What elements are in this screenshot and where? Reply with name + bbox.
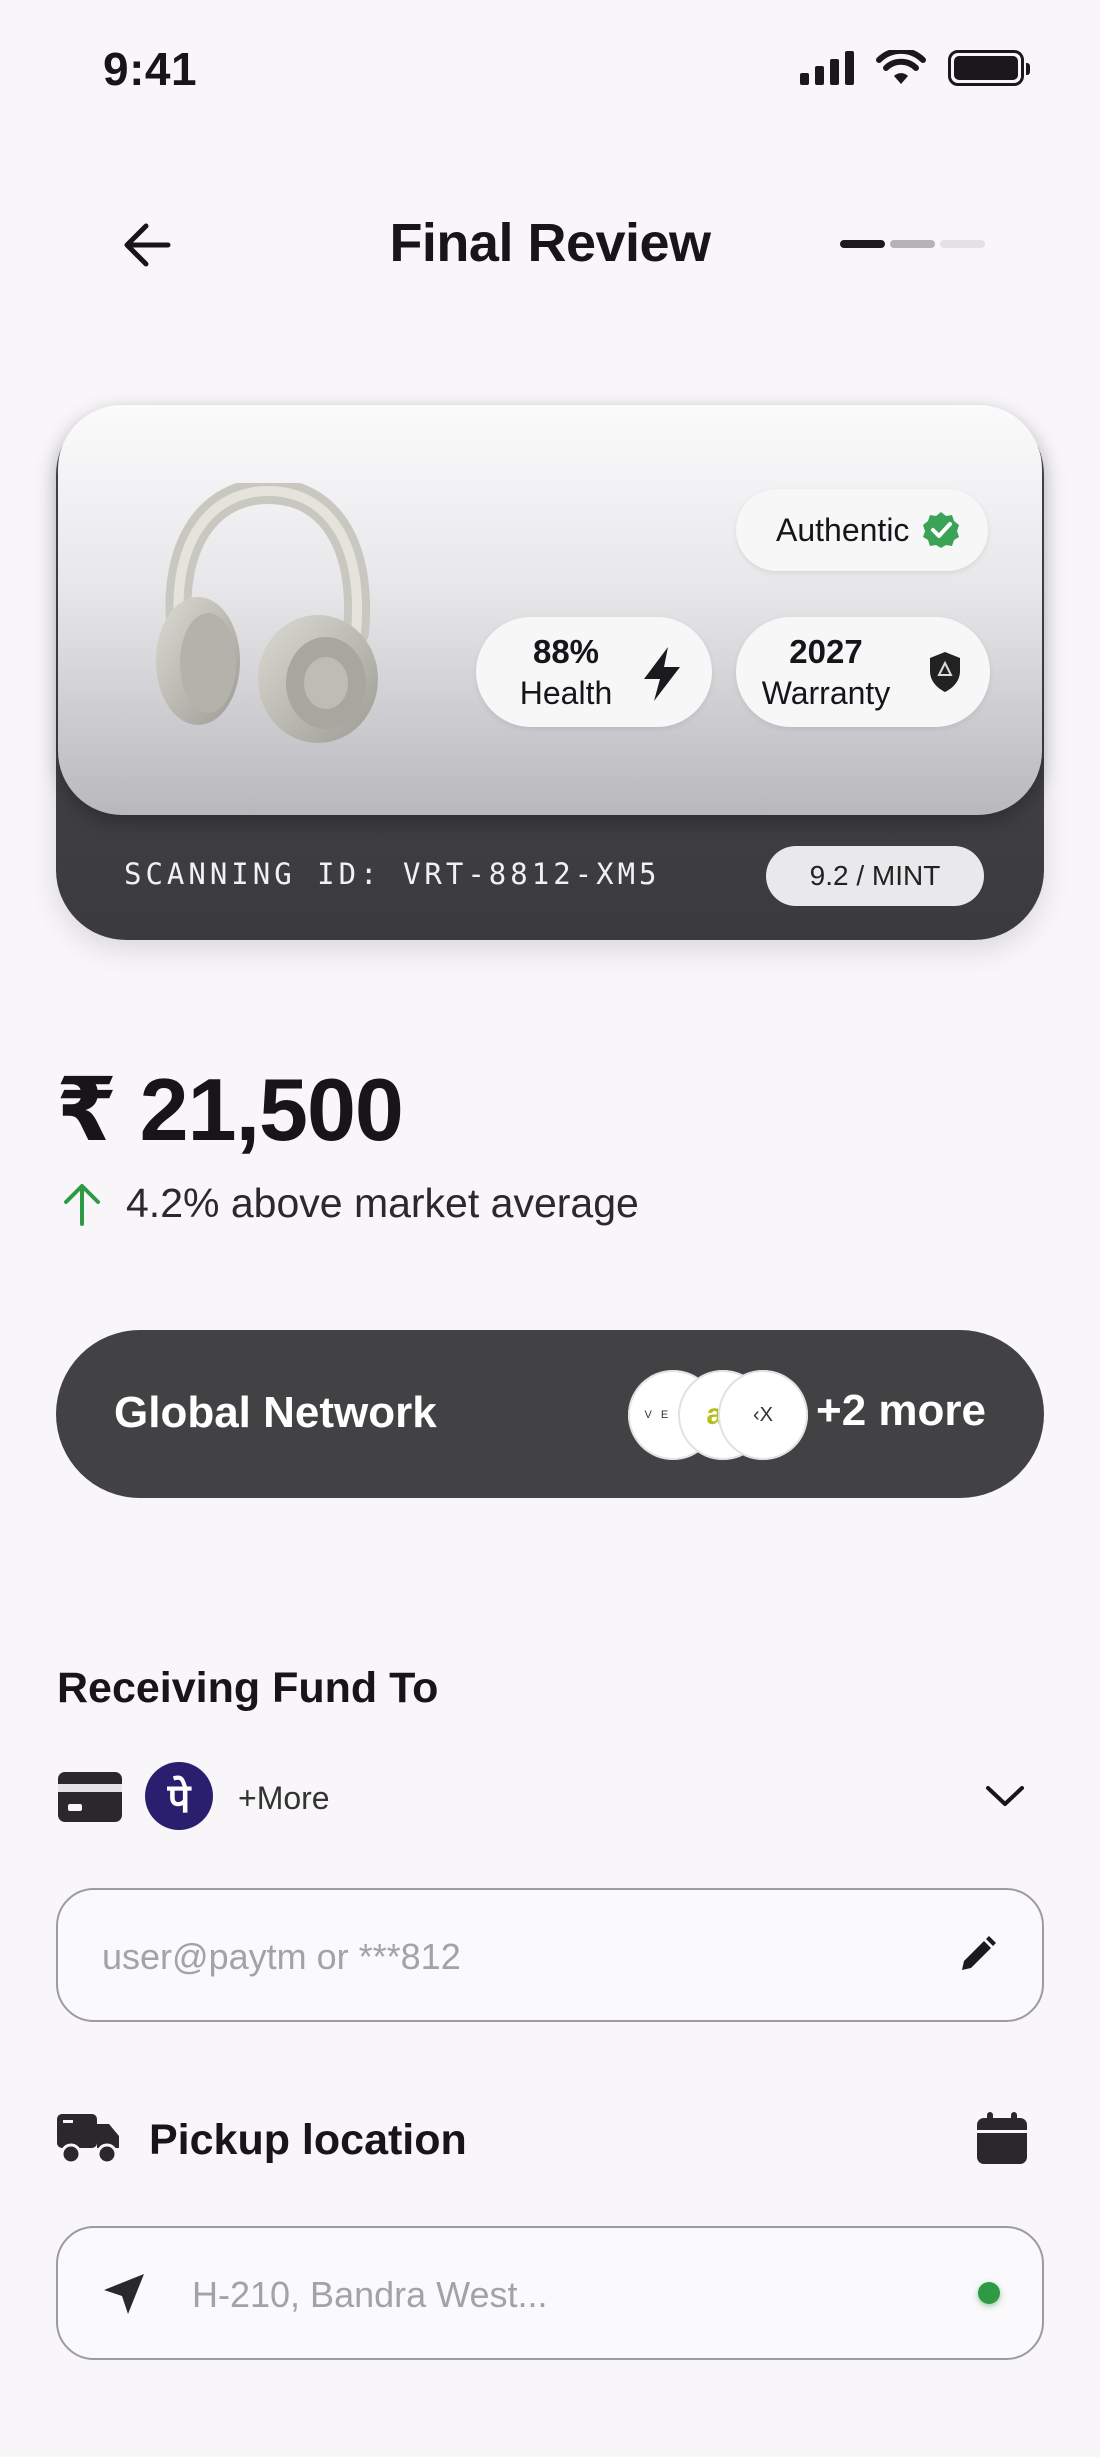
- headphones-image: [156, 483, 378, 743]
- progress-step-3: [940, 240, 985, 248]
- location-status-dot: [978, 2282, 1000, 2304]
- progress-step-1: [840, 240, 885, 248]
- chevron-down-icon: [986, 1786, 1024, 1806]
- network-more-count: +2 more: [816, 1386, 986, 1435]
- pencil-icon[interactable]: [958, 1934, 998, 1974]
- phonepe-logo[interactable]: पे: [145, 1762, 213, 1830]
- marketplace-logos: VERA ay ‹X: [628, 1370, 808, 1460]
- global-network-label: Global Network: [114, 1388, 437, 1437]
- pickup-location-row: Pickup location: [57, 2106, 1029, 2176]
- warranty-badge: 2027 Warranty: [736, 617, 990, 727]
- status-time: 9:41: [103, 43, 198, 95]
- location-field: [56, 2226, 1044, 2360]
- health-value: 88%: [532, 633, 600, 670]
- lightning-icon: [644, 647, 680, 701]
- status-icons: [800, 50, 1030, 86]
- progress-step-2: [890, 240, 935, 248]
- cellular-signal-icon: [800, 51, 854, 85]
- price-trend: 4.2% above market average: [62, 1180, 639, 1227]
- verified-check-icon: [923, 512, 959, 548]
- global-network-button[interactable]: Global Network VERA ay ‹X +2 more: [56, 1330, 1044, 1498]
- calendar-icon[interactable]: [975, 2112, 1029, 2166]
- warranty-value: 2027: [789, 633, 863, 670]
- shield-icon: [930, 652, 960, 692]
- battery-icon: [948, 50, 1030, 86]
- receiving-fund-title: Receiving Fund To: [57, 1664, 439, 1712]
- product-card: Authentic 88% Health 2027 Warranty SCANN…: [56, 405, 1044, 940]
- final-review-screen: 9:41 Final Review Authentic 88% Health 2…: [0, 0, 1100, 2457]
- warranty-label: Warranty: [761, 675, 891, 711]
- payment-dropdown-toggle[interactable]: [980, 1776, 1030, 1816]
- arrow-up-icon: [64, 1183, 100, 1226]
- scan-id: SCANNING ID: VRT-8812-XM5: [124, 857, 661, 891]
- health-label: Health: [519, 675, 613, 711]
- navigation-arrow-icon: [104, 2274, 144, 2314]
- price-trend-text: 4.2% above market average: [126, 1180, 639, 1226]
- marketplace-logo-3: ‹X: [718, 1370, 808, 1460]
- location-input[interactable]: [192, 2262, 952, 2328]
- progress-steps: [840, 240, 985, 248]
- pickup-location-title: Pickup location: [149, 2116, 467, 2164]
- condition-grade-badge: 9.2 / MINT: [766, 846, 984, 906]
- upi-input[interactable]: [102, 1924, 902, 1990]
- truck-icon: [57, 2114, 119, 2165]
- price-amount: ₹ 21,500: [56, 1060, 404, 1159]
- more-payment-methods[interactable]: +More: [238, 1780, 330, 1817]
- payment-method-row: पे +More: [58, 1762, 1030, 1832]
- upi-field: [56, 1888, 1044, 2022]
- authentic-label: Authentic: [776, 511, 910, 548]
- product-card-hero: Authentic 88% Health 2027 Warranty: [58, 405, 1042, 815]
- credit-card-icon[interactable]: [58, 1772, 122, 1822]
- authentic-badge: Authentic: [736, 489, 988, 571]
- wifi-icon: [876, 50, 926, 84]
- battery-health-badge: 88% Health: [476, 617, 712, 727]
